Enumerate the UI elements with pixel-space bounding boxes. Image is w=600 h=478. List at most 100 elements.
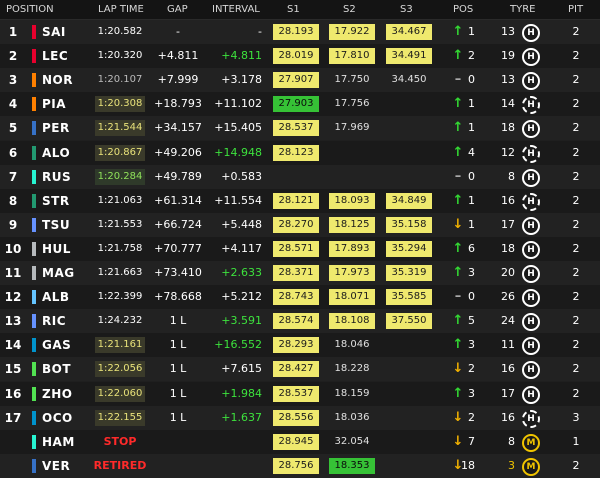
driver-code: OCO bbox=[42, 410, 73, 425]
position-change-value: 3 bbox=[468, 338, 475, 352]
team-color-bar bbox=[32, 217, 36, 232]
table-row[interactable]: 9 TSU 1:21.553 +66.724 +5.448 28.270 18.125 35.… bbox=[0, 212, 600, 237]
table-row[interactable]: 17 OCO 1:22.155 1 L +1.637 28.556 18.036 ↓ 2 16 H 3 bbox=[0, 405, 600, 430]
tyre-age-laps: 16 bbox=[501, 362, 515, 376]
header-lap-time[interactable]: LAP TIME bbox=[98, 0, 144, 19]
lap-time: 1:20.308 bbox=[95, 96, 145, 113]
position-number: 16 bbox=[4, 386, 22, 401]
table-row[interactable]: 4 PIA 1:20.308 +18.793 +11.102 27.903 17.756 ↑ 1… bbox=[0, 92, 600, 117]
lap-time: 1:21.758 bbox=[97, 242, 143, 254]
gap-value: +49.789 bbox=[154, 169, 202, 183]
tyre-age-laps: 26 bbox=[501, 290, 515, 304]
sector-s1-time: 28.574 bbox=[273, 313, 319, 330]
team-color-bar bbox=[32, 338, 36, 353]
team-color-bar bbox=[32, 121, 36, 136]
table-row[interactable]: 15 BOT 1:22.056 1 L +7.615 28.427 18.228 ↓ 2 16 H 2 bbox=[0, 357, 600, 382]
interval-value: +16.552 bbox=[214, 338, 262, 352]
sector-s3-time: 34.849 bbox=[386, 192, 432, 209]
driver-code: ALO bbox=[42, 145, 71, 160]
table-row[interactable]: 11 MAG 1:21.663 +73.410 +2.633 28.371 17.973 35… bbox=[0, 261, 600, 285]
position-change-value: 0 bbox=[468, 73, 475, 87]
table-row[interactable]: 14 GAS 1:21.161 1 L +16.552 28.293 18.046 ↑ 3 11 H… bbox=[0, 333, 600, 358]
gap-value: +78.668 bbox=[154, 290, 202, 304]
table-row[interactable]: 13 RIC 1:24.232 1 L +3.591 28.574 18.108 37.550… bbox=[0, 309, 600, 334]
gap-value: 1 L bbox=[169, 338, 187, 352]
table-row[interactable]: 5 PER 1:21.544 +34.157 +15.405 28.537 17.969 ↑ 1… bbox=[0, 116, 600, 141]
table-row[interactable]: 16 ZHO 1:22.060 1 L +1.984 28.537 18.159 ↑ 3 17 H 2 bbox=[0, 381, 600, 406]
status-label: RETIRED bbox=[93, 458, 147, 472]
hard-tyre-icon: H bbox=[522, 144, 540, 163]
position-number: 8 bbox=[8, 193, 18, 208]
lap-time: 1:21.663 bbox=[97, 267, 143, 278]
pit-stop-count: 2 bbox=[572, 169, 580, 183]
tyre-age-laps: 13 bbox=[501, 25, 515, 38]
team-color-bar bbox=[32, 410, 36, 425]
position-number: 13 bbox=[4, 314, 22, 329]
position-number: 5 bbox=[8, 121, 18, 136]
interval-value bbox=[212, 430, 262, 454]
header-gap[interactable]: GAP bbox=[167, 0, 188, 19]
table-row[interactable]: HAM STOP 28.945 32.054 ↓ 7 8 M 1 bbox=[0, 429, 600, 454]
position-change-value: 7 bbox=[468, 434, 475, 448]
table-row[interactable]: 7 RUS 1:20.284 +49.789 +0.583–0 8 H 2 bbox=[0, 164, 600, 189]
driver-code: VER bbox=[42, 458, 71, 473]
header-tyre[interactable]: TYRE bbox=[510, 0, 535, 19]
lap-time: 1:22.399 bbox=[97, 291, 143, 303]
position-number: 6 bbox=[8, 145, 18, 160]
tyre-age-laps: 19 bbox=[501, 49, 515, 63]
position-number: 17 bbox=[4, 410, 22, 425]
table-row[interactable]: 8 STR 1:21.063 +61.314 +11.554 28.121 18.093 34… bbox=[0, 188, 600, 213]
tyre-age-laps: 11 bbox=[501, 338, 515, 352]
tyre-age-laps: 3 bbox=[508, 458, 515, 472]
table-row[interactable]: 6 ALO 1:20.867 +49.206 +14.948 28.123 ↑ 4 12 H 2 bbox=[0, 140, 600, 165]
driver-code: STR bbox=[42, 193, 70, 208]
position-number bbox=[0, 430, 26, 454]
hard-tyre-icon: H bbox=[522, 72, 540, 91]
lap-time: 1:21.161 bbox=[95, 337, 145, 354]
table-row[interactable]: 3 NOR 1:20.107 +7.999 +3.178 27.907 17.750 34.4… bbox=[0, 68, 600, 93]
table-row[interactable]: 2 LEC 1:20.320 +4.811 +4.811 28.019 17.810 34.4… bbox=[0, 44, 600, 69]
lap-time: 1:24.232 bbox=[97, 315, 143, 327]
table-row[interactable]: VER RETIRED 28.756 18.353 ↓ 18 3 M 2 bbox=[0, 453, 600, 478]
position-change-value: 5 bbox=[468, 314, 475, 328]
interval-value: +0.583 bbox=[221, 169, 262, 183]
gap-value: +34.157 bbox=[154, 121, 202, 135]
interval-value: +7.615 bbox=[221, 362, 262, 376]
pit-stop-count: 1 bbox=[572, 434, 580, 448]
driver-code: ZHO bbox=[42, 386, 73, 401]
header-s2[interactable]: S2 bbox=[343, 0, 356, 19]
team-color-bar bbox=[32, 434, 36, 449]
header-pos[interactable]: POS bbox=[453, 0, 473, 19]
pit-stop-count: 2 bbox=[572, 145, 580, 159]
header-pit[interactable]: PIT bbox=[568, 0, 583, 19]
tyre-age-laps: 16 bbox=[501, 193, 515, 207]
sector-s2-time: 17.756 bbox=[334, 98, 370, 110]
table-row[interactable]: 12 ALB 1:22.399 +78.668 +5.212 28.743 18.071 35… bbox=[0, 285, 600, 310]
position-number: 11 bbox=[4, 266, 22, 280]
table-row[interactable]: 1 SAI 1:20.582- -28.193 17.922 34.467 ↑ 1 13 H 2 bbox=[0, 20, 600, 44]
table-row[interactable]: 10 HUL 1:21.758 +70.777 +4.117 28.571 17.893 35… bbox=[0, 236, 600, 261]
header-position[interactable]: POSITION bbox=[6, 0, 54, 19]
driver-code: BOT bbox=[42, 362, 72, 377]
hard-tyre-icon: H bbox=[522, 120, 540, 139]
position-number: 14 bbox=[4, 338, 22, 353]
pit-stop-count: 2 bbox=[572, 49, 580, 63]
header-s1[interactable]: S1 bbox=[287, 0, 300, 19]
hard-tyre-icon: H bbox=[522, 385, 540, 404]
interval-value: +4.811 bbox=[221, 49, 262, 63]
header-s3[interactable]: S3 bbox=[400, 0, 413, 19]
hard-tyre-icon: H bbox=[522, 192, 540, 211]
tyre-age-laps: 8 bbox=[508, 434, 515, 448]
team-color-bar bbox=[32, 290, 36, 305]
driver-code: MAG bbox=[42, 266, 75, 280]
team-color-bar bbox=[32, 25, 36, 39]
sector-s3-time: 34.450 bbox=[391, 74, 427, 86]
header-interval[interactable]: INTERVAL bbox=[212, 0, 260, 19]
gap-value: - bbox=[176, 25, 180, 38]
gap-value: +4.811 bbox=[157, 49, 199, 63]
team-color-bar bbox=[32, 73, 36, 88]
position-number: 4 bbox=[8, 97, 18, 112]
gap-value: 1 L bbox=[169, 410, 187, 424]
interval-value: +11.554 bbox=[214, 193, 262, 207]
position-change-value: 6 bbox=[468, 241, 475, 255]
